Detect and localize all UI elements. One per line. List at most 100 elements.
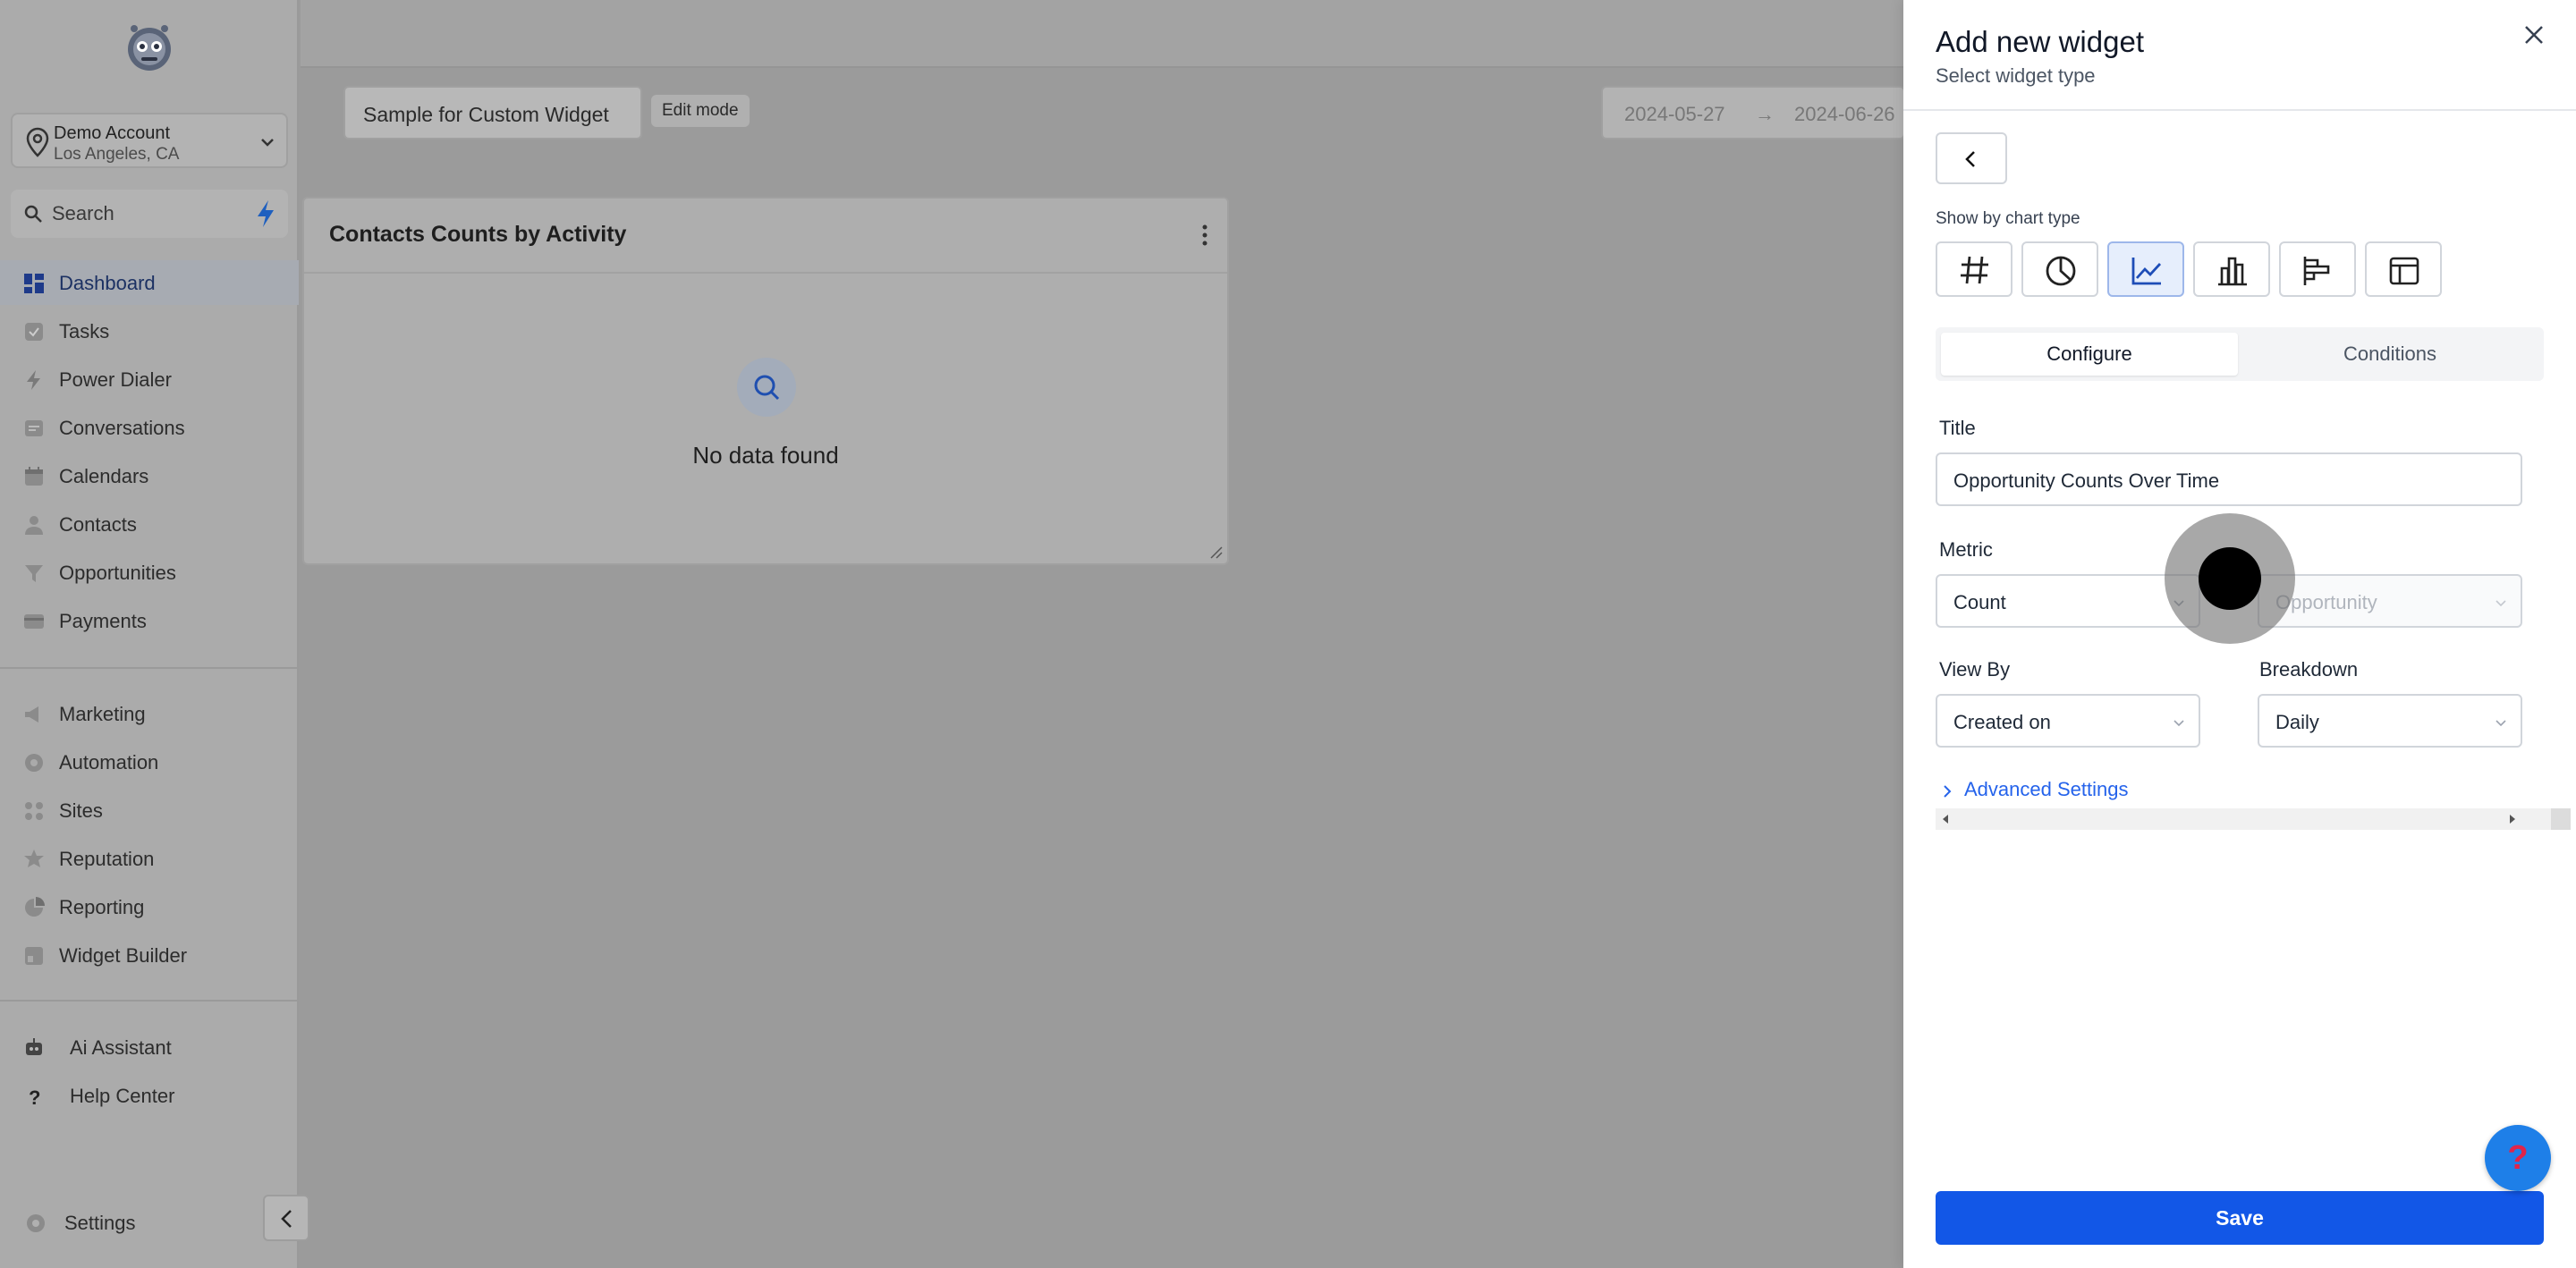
chart-type-horizontal-bar-button[interactable]	[2279, 241, 2356, 297]
dashboard-name: Sample for Custom Widget	[363, 103, 609, 126]
search-placeholder: Search	[52, 202, 114, 224]
account-name: Demo Account	[54, 123, 171, 143]
vertical-scrollbar[interactable]	[2571, 413, 2576, 807]
sidebar-item-label: Sites	[59, 799, 103, 822]
sidebar: Demo Account Los Angeles, CA Search Dash…	[0, 0, 309, 1268]
sidebar-item-ai-assistant[interactable]: Ai Assistant	[0, 1025, 299, 1069]
bolt-icon[interactable]	[252, 199, 279, 229]
pie-chart-icon	[2046, 256, 2076, 286]
sidebar-item-dashboard[interactable]: Dashboard	[0, 260, 299, 305]
svg-text:?: ?	[29, 1086, 40, 1107]
sidebar-item-help-center[interactable]: ? Help Center	[0, 1073, 299, 1118]
view-by-select[interactable]: Created on	[1936, 694, 2200, 748]
hash-icon	[1961, 256, 1988, 284]
sidebar-item-marketing[interactable]: Marketing	[0, 691, 299, 736]
metric-object-select[interactable]: Opportunity	[2258, 574, 2522, 628]
date-from: 2024-05-27	[1624, 103, 1725, 125]
advanced-settings-link[interactable]: Advanced Settings	[1964, 778, 2128, 801]
horizontal-scrollbar[interactable]	[1936, 808, 2571, 830]
title-input-value: Opportunity Counts Over Time	[1953, 469, 2220, 492]
panel-title: Add new widget	[1936, 25, 2144, 58]
sidebar-item-payments[interactable]: Payments	[0, 598, 299, 643]
breakdown-label: Breakdown	[2259, 658, 2359, 680]
chart-type-line-button[interactable]	[2107, 241, 2184, 297]
sidebar-item-reputation[interactable]: Reputation	[0, 836, 299, 881]
horizontal-bar-icon	[2303, 257, 2330, 285]
sidebar-divider	[0, 1000, 299, 1002]
sidebar-item-label: Ai Assistant	[70, 1036, 172, 1059]
more-vertical-icon[interactable]	[1200, 224, 1209, 247]
help-button[interactable]: ?	[2485, 1125, 2551, 1191]
question-icon: ?	[29, 1086, 40, 1107]
view-by-value: Created on	[1953, 711, 2051, 733]
chart-type-label: Show by chart type	[1936, 209, 2080, 228]
robot-icon	[26, 1038, 42, 1055]
resize-handle-icon[interactable]	[1206, 542, 1224, 560]
sidebar-item-contacts[interactable]: Contacts	[0, 502, 299, 546]
panel-subtitle: Select widget type	[1936, 64, 2096, 87]
sidebar-item-tasks[interactable]: Tasks	[0, 309, 299, 353]
sidebar-item-label: Settings	[64, 1212, 136, 1234]
location-pin-icon	[26, 127, 49, 157]
scroll-left-icon	[1943, 815, 1948, 824]
sidebar-divider	[0, 667, 299, 669]
dashboard-name-field[interactable]: Sample for Custom Widget	[343, 86, 642, 139]
sidebar-item-power-dialer[interactable]: Power Dialer	[0, 357, 299, 402]
gear-icon	[27, 1214, 45, 1232]
tab-configure[interactable]: Configure	[1941, 333, 2238, 376]
account-location: Los Angeles, CA	[54, 145, 180, 164]
sidebar-item-sites[interactable]: Sites	[0, 788, 299, 833]
widget-icon	[25, 947, 43, 965]
account-switcher[interactable]: Demo Account Los Angeles, CA	[11, 113, 288, 168]
empty-state-text: No data found	[692, 442, 839, 469]
chevron-down-icon	[2174, 720, 2184, 727]
bolt-icon	[27, 370, 40, 390]
empty-search-icon	[737, 358, 796, 417]
sidebar-item-label: Payments	[59, 610, 147, 632]
back-button[interactable]	[1936, 132, 2007, 184]
sidebar-item-calendars[interactable]: Calendars	[0, 453, 299, 498]
breakdown-value: Daily	[2275, 711, 2319, 733]
close-icon[interactable]	[2522, 23, 2546, 46]
automation-icon	[25, 754, 43, 772]
sidebar-item-conversations[interactable]: Conversations	[0, 405, 299, 450]
chart-type-pie-button[interactable]	[2021, 241, 2098, 297]
config-tabs: Configure Conditions	[1936, 327, 2544, 381]
chart-type-bar-button[interactable]	[2193, 241, 2270, 297]
pie-icon	[25, 897, 45, 917]
sidebar-item-reporting[interactable]: Reporting	[0, 884, 299, 929]
sidebar-item-label: Contacts	[59, 513, 137, 536]
view-by-label: View By	[1939, 658, 2011, 680]
date-to: 2024-06-26	[1794, 103, 1895, 125]
sidebar-search[interactable]: Search	[11, 190, 288, 238]
arrow-right-icon: →	[1755, 103, 1775, 125]
date-range-picker[interactable]: 2024-05-27 → 2024-06-26	[1601, 86, 1905, 139]
sidebar-item-settings[interactable]: Settings	[0, 1200, 299, 1245]
table-icon	[2389, 257, 2419, 285]
chart-type-number-button[interactable]	[1936, 241, 2012, 297]
tab-conditions[interactable]: Conditions	[2241, 333, 2538, 376]
star-icon	[24, 850, 44, 867]
top-bar	[301, 0, 1903, 68]
sidebar-item-automation[interactable]: Automation	[0, 740, 299, 784]
collapse-sidebar-button[interactable]	[263, 1195, 309, 1241]
bar-chart-icon	[2218, 257, 2247, 286]
robot-logo-icon[interactable]	[122, 20, 177, 75]
edit-mode-badge[interactable]: Edit mode	[651, 95, 750, 127]
megaphone-icon	[25, 706, 38, 723]
save-button[interactable]: Save	[1936, 1191, 2544, 1245]
chevron-down-icon	[261, 139, 274, 147]
chevron-down-icon	[2496, 720, 2506, 727]
card-icon	[24, 614, 44, 629]
metric-select-value: Count	[1953, 591, 2006, 613]
chart-type-table-button[interactable]	[2365, 241, 2442, 297]
sidebar-item-widget-builder[interactable]: Widget Builder	[0, 933, 299, 977]
sidebar-item-opportunities[interactable]: Opportunities	[0, 550, 299, 595]
globe-icon	[25, 802, 43, 820]
person-icon	[25, 516, 43, 535]
title-input[interactable]: Opportunity Counts Over Time	[1936, 452, 2522, 506]
sidebar-item-label: Conversations	[59, 417, 185, 439]
chevron-right-icon	[1944, 785, 1952, 798]
metric-select[interactable]: Count	[1936, 574, 2200, 628]
breakdown-select[interactable]: Daily	[2258, 694, 2522, 748]
